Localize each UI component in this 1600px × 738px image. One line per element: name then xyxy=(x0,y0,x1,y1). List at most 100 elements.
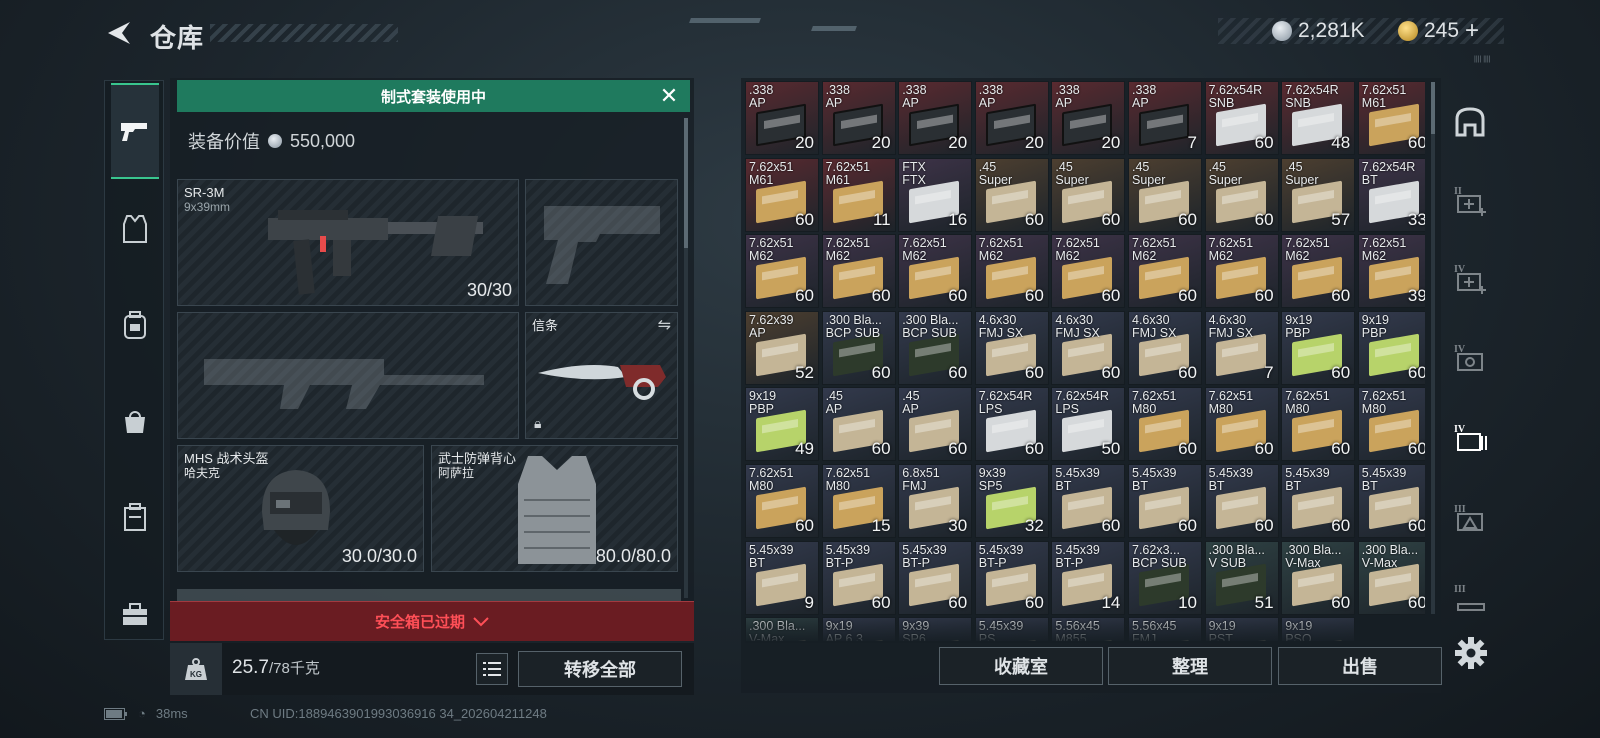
stash-item[interactable]: 7.62x51 M80 60 xyxy=(1281,387,1356,462)
filter-ammo-iv[interactable]: IV xyxy=(1446,414,1494,462)
stash-item[interactable]: 4.6x30 FMJ SX 7 xyxy=(1204,310,1279,385)
helmet-slot[interactable]: MHS 战术头盔 哈夫克 30.0/30.0 xyxy=(177,445,424,572)
swap-icon[interactable]: ⇋ xyxy=(658,315,671,335)
stash-item[interactable]: 5.45x39 BT 9 xyxy=(745,540,819,615)
stash-item[interactable]: 7.62x51 M61 11 xyxy=(821,157,896,232)
back-arrow-icon[interactable] xyxy=(104,18,134,48)
stash-item[interactable]: 5.45x39 BT-P 60 xyxy=(898,540,973,615)
stash-item[interactable]: 4.6x30 FMJ SX 60 xyxy=(1051,310,1126,385)
stash-item[interactable]: 5.45x39 BT 60 xyxy=(1128,464,1202,538)
stash-item[interactable]: 7.62x51 M62 60 xyxy=(1281,234,1356,309)
stash-item[interactable]: 7.62x54R SNB 48 xyxy=(1281,81,1356,155)
nav-weapons[interactable] xyxy=(111,83,159,179)
list-view-button[interactable] xyxy=(476,653,508,685)
collection-room-button[interactable]: 收藏室 xyxy=(939,647,1103,685)
secure-case-banner[interactable]: 安全箱已过期 xyxy=(170,601,694,641)
stash-item[interactable]: 7.62x51 M62 39 xyxy=(1357,234,1425,309)
stash-item[interactable]: 6.8x51 FMJ 30 xyxy=(898,464,973,538)
stash-item[interactable]: 5.45x39 BT 60 xyxy=(1051,464,1126,538)
stash-item[interactable]: 5.45x39 BT-P 14 xyxy=(1051,540,1126,615)
stash-item[interactable]: 7.62x51 M62 60 xyxy=(1051,234,1126,309)
melee-slot[interactable]: 信条 ⇋ 🔒︎ xyxy=(525,312,678,439)
loadout-scrollbar[interactable] xyxy=(684,118,688,598)
stash-item[interactable]: .45 Super 57 xyxy=(1281,157,1356,232)
nav-armor[interactable] xyxy=(111,181,159,277)
primary-weapon-slot[interactable]: SR-3M 9x39mm 30/30 xyxy=(177,179,519,306)
stash-item[interactable]: 9x39 SP5 32 xyxy=(974,464,1049,538)
stash-item[interactable]: 5.45x39 BT 60 xyxy=(1357,464,1425,538)
filter-armor-iii[interactable]: III xyxy=(1446,494,1494,542)
stash-item[interactable]: .45 Super 60 xyxy=(974,157,1049,232)
gold-currency[interactable]: 245 + xyxy=(1398,17,1479,45)
transfer-all-button[interactable]: 转移全部 xyxy=(518,651,682,687)
stash-item[interactable]: 9x19 PBP 60 xyxy=(1357,310,1425,385)
stash-item[interactable]: .338 AP 20 xyxy=(974,81,1049,155)
filter-all[interactable] xyxy=(1446,98,1494,146)
stash-item[interactable]: 7.62x39 AP 52 xyxy=(745,310,819,385)
stash-item[interactable]: .45 AP 60 xyxy=(898,387,973,462)
stash-item[interactable]: 7.62x51 M80 15 xyxy=(821,464,896,538)
stash-item[interactable]: 7.62x54R BT 33 xyxy=(1357,157,1425,232)
stash-item[interactable]: .338 AP 20 xyxy=(1051,81,1126,155)
filter-helmet-iii[interactable]: III xyxy=(1446,574,1494,622)
stash-item[interactable]: 7.62x54R LPS 60 xyxy=(974,387,1049,462)
stash-item[interactable]: .300 Bla... V SUB 51 xyxy=(1204,540,1279,615)
stash-item[interactable]: 7.62x51 M62 60 xyxy=(1204,234,1279,309)
stash-item[interactable]: 9x19 PBP 60 xyxy=(1281,310,1356,385)
stash-item[interactable]: .300 Bla... BCP SUB 60 xyxy=(898,310,973,385)
filter-throwable-iv[interactable]: IV xyxy=(1446,334,1494,382)
nav-pouch[interactable] xyxy=(111,373,159,469)
filter-medical-ii[interactable]: II xyxy=(1446,176,1494,224)
stash-item[interactable]: 7.62x3... BCP SUB 10 xyxy=(1128,540,1202,615)
sort-button[interactable]: 整理 xyxy=(1108,647,1272,685)
stash-item[interactable]: 4.6x30 FMJ SX 60 xyxy=(974,310,1049,385)
add-gold-button[interactable]: + xyxy=(1465,17,1479,45)
stash-item[interactable]: 5.45x39 BT 60 xyxy=(1281,464,1356,538)
stash-item[interactable]: 7.62x51 M62 60 xyxy=(745,234,819,309)
stash-item[interactable]: 7.62x51 M61 60 xyxy=(745,157,819,232)
stash-item[interactable]: .45 Super 60 xyxy=(1051,157,1126,232)
stash-item[interactable]: .45 AP 60 xyxy=(821,387,896,462)
stash-item[interactable]: .300 Bla... BCP SUB 60 xyxy=(821,310,896,385)
stash-item[interactable]: 7.62x51 M62 60 xyxy=(821,234,896,309)
sell-button[interactable]: 出售 xyxy=(1278,647,1442,685)
stash-item[interactable]: 7.62x51 M61 60 xyxy=(1357,81,1425,155)
stash-item[interactable]: 7.62x51 M80 60 xyxy=(745,464,819,538)
stash-item[interactable]: 7.62x51 M62 60 xyxy=(898,234,973,309)
stash-item[interactable]: .338 AP 20 xyxy=(898,81,973,155)
stash-item[interactable]: 7.62x54R LPS 50 xyxy=(1051,387,1126,462)
stash-scrollbar[interactable] xyxy=(1431,82,1435,614)
stash-item[interactable]: 4.6x30 FMJ SX 60 xyxy=(1128,310,1202,385)
filter-medical-iv[interactable]: IV xyxy=(1446,254,1494,302)
vest-slot[interactable]: 武士防弹背心 阿萨拉 80.0/80.0 xyxy=(431,445,678,572)
stash-item[interactable]: 9x19 PBP 49 xyxy=(745,387,819,462)
stash-item[interactable]: 7.62x54R SNB 60 xyxy=(1204,81,1279,155)
secondary-weapon-slot[interactable] xyxy=(177,312,519,439)
sidearm-slot[interactable] xyxy=(525,179,678,306)
stash-item[interactable]: 7.62x51 M62 60 xyxy=(1128,234,1202,309)
stash-item[interactable]: 5.45x39 BT-P 60 xyxy=(974,540,1049,615)
stash-item[interactable]: 7.62x51 M80 60 xyxy=(1128,387,1202,462)
stash-item[interactable]: .300 Bla... V-Max 60 xyxy=(1357,540,1425,615)
stash-item[interactable]: .300 Bla... V-Max 60 xyxy=(1281,540,1356,615)
stash-item[interactable]: 7.62x51 M62 60 xyxy=(974,234,1049,309)
stash-item[interactable]: .338 AP 7 xyxy=(1128,81,1202,155)
stash-item[interactable]: 7.62x51 M80 60 xyxy=(1204,387,1279,462)
stash-item[interactable]: .338 AP 20 xyxy=(821,81,896,155)
nav-bag[interactable] xyxy=(111,469,159,565)
stash-item[interactable]: 5.45x39 BT-P 60 xyxy=(821,540,896,615)
stash-item[interactable]: 7.62x51 M80 60 xyxy=(1357,387,1425,462)
stash-item[interactable]: .338 AP 20 xyxy=(745,81,819,155)
settings-gear-icon[interactable] xyxy=(1454,636,1488,670)
stash-item[interactable]: .45 Super 60 xyxy=(1128,157,1202,232)
nav-briefcase[interactable] xyxy=(111,567,159,663)
close-icon[interactable]: ✕ xyxy=(658,83,680,108)
item-label: 7.62x51 M80 xyxy=(1208,389,1254,417)
stash-item[interactable]: FTX FTX 16 xyxy=(898,157,973,232)
item-label: .45 Super xyxy=(1055,159,1089,187)
stash-item[interactable]: .45 Super 60 xyxy=(1204,157,1279,232)
item-label: 7.62x54R LPS xyxy=(1055,389,1109,417)
nav-backpack[interactable] xyxy=(111,277,159,373)
item-count: 30 xyxy=(948,516,968,535)
stash-item[interactable]: 5.45x39 BT 60 xyxy=(1204,464,1279,538)
